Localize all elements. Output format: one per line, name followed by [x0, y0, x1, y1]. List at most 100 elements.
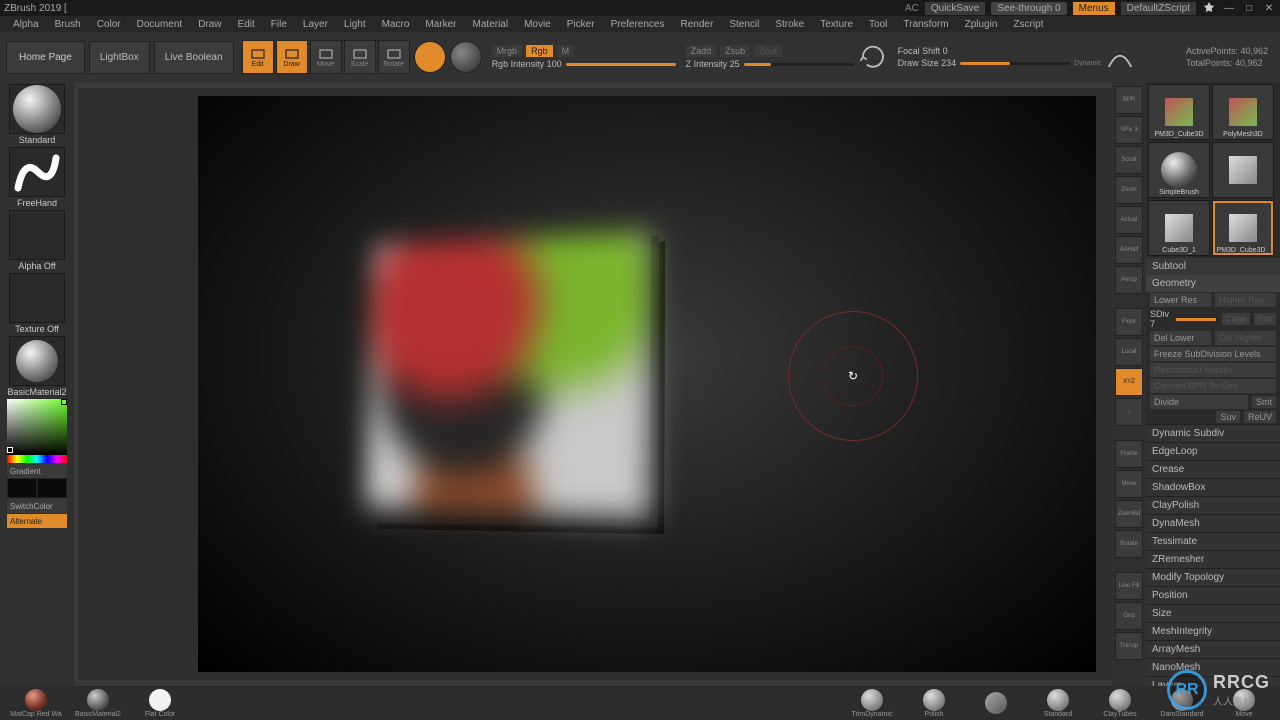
star-icon[interactable]: [1202, 1, 1216, 15]
menu-color[interactable]: Color: [90, 18, 128, 31]
brush-slot-1[interactable]: Polish: [906, 689, 962, 718]
right-floor-button[interactable]: Floor: [1115, 308, 1143, 336]
right-bpr-button[interactable]: BPR: [1115, 86, 1143, 114]
accordion-layers[interactable]: Layers: [1146, 676, 1280, 686]
rgb-toggle[interactable]: Rgb: [526, 45, 553, 57]
zsub-toggle[interactable]: Zsub: [720, 45, 750, 57]
seethrough-slider[interactable]: See-through 0: [991, 2, 1066, 15]
accordion-edgeloop[interactable]: EdgeLoop: [1146, 442, 1280, 460]
accordion-shadowbox[interactable]: ShadowBox: [1146, 478, 1280, 496]
stroke-slot[interactable]: FreeHand: [7, 147, 67, 208]
curve-icon[interactable]: [1105, 42, 1135, 72]
suv-button[interactable]: Suv: [1216, 411, 1240, 423]
alternate-button[interactable]: Alternate: [7, 514, 67, 528]
accordion-nanomesh[interactable]: NanoMesh: [1146, 658, 1280, 676]
right-frame-button[interactable]: Frame: [1115, 440, 1143, 468]
brush-slot-0[interactable]: TrimDynamic: [844, 689, 900, 718]
accordion-arraymesh[interactable]: ArrayMesh: [1146, 640, 1280, 658]
freeze-button[interactable]: Freeze SubDivision Levels: [1150, 347, 1276, 361]
sculptris-button[interactable]: [450, 41, 482, 73]
maximize-button[interactable]: □: [1242, 2, 1256, 14]
menu-zscript[interactable]: Zscript: [1006, 18, 1050, 31]
defaultzscript-button[interactable]: DefaultZScript: [1121, 2, 1196, 15]
dynamic-label[interactable]: Dynamic: [1074, 60, 1101, 67]
accordion-dynamesh[interactable]: DynaMesh: [1146, 514, 1280, 532]
reconstruct-button[interactable]: Reconstruct Subdiv: [1150, 363, 1276, 377]
right-linefill-button[interactable]: Line Fill: [1115, 572, 1143, 600]
menu-texture[interactable]: Texture: [813, 18, 860, 31]
accordion-claypolish[interactable]: ClayPolish: [1146, 496, 1280, 514]
liveboolean-button[interactable]: Live Boolean: [154, 41, 234, 74]
tool-thumb-1[interactable]: PolyMesh3D: [1212, 84, 1274, 140]
quicksave-button[interactable]: QuickSave: [925, 2, 985, 15]
lowerres-button[interactable]: Lower Res: [1150, 293, 1211, 307]
menu-macro[interactable]: Macro: [375, 18, 417, 31]
viewport[interactable]: ↻: [78, 88, 1112, 680]
menu-light[interactable]: Light: [337, 18, 373, 31]
material-slot[interactable]: BasicMaterial2: [7, 336, 67, 397]
menu-render[interactable]: Render: [674, 18, 721, 31]
color-picker[interactable]: [7, 399, 67, 463]
m-toggle[interactable]: M: [557, 45, 575, 57]
accordion-meshintegrity[interactable]: MeshIntegrity: [1146, 622, 1280, 640]
material-slot-2[interactable]: Flat Color: [132, 689, 188, 718]
draw-mode-button[interactable]: Draw: [276, 40, 308, 74]
gradient-button[interactable]: Gradient: [7, 464, 67, 478]
brush-slot-3[interactable]: Standard: [1030, 689, 1086, 718]
color-swatches[interactable]: [7, 478, 67, 498]
right-aahalf-button[interactable]: AAHalf: [1115, 236, 1143, 264]
right-zoom-button[interactable]: Zoom: [1115, 176, 1143, 204]
divide-button[interactable]: Divide: [1150, 395, 1248, 409]
rgb-intensity-slider[interactable]: [566, 63, 676, 66]
brush-slot-2[interactable]: [968, 692, 1024, 714]
material-slot-0[interactable]: MatCap Red Wa: [8, 689, 64, 718]
menus-button[interactable]: Menus: [1073, 2, 1115, 15]
zadd-toggle[interactable]: Zadd: [686, 45, 717, 57]
accordion-tessimate[interactable]: Tessimate: [1146, 532, 1280, 550]
tool-thumb-3[interactable]: [1212, 142, 1274, 198]
right-local-button[interactable]: Local: [1115, 338, 1143, 366]
gizmo-button[interactable]: [414, 41, 446, 73]
right-spix3-button[interactable]: SPix 3: [1115, 116, 1143, 144]
cage-button[interactable]: Cage: [1222, 313, 1250, 325]
brush-slot[interactable]: Standard: [7, 84, 67, 145]
right-grid-button[interactable]: Grid: [1115, 602, 1143, 630]
right-transp-button[interactable]: Transp: [1115, 632, 1143, 660]
switchcolor-button[interactable]: SwitchColor: [7, 499, 67, 513]
convert-button[interactable]: Convert BPR To Geo: [1150, 379, 1276, 393]
menu-movie[interactable]: Movie: [517, 18, 558, 31]
menu-picker[interactable]: Picker: [560, 18, 602, 31]
menu-document[interactable]: Document: [130, 18, 190, 31]
accordion-modifytopology[interactable]: Modify Topology: [1146, 568, 1280, 586]
edit-mode-button[interactable]: Edit: [242, 40, 274, 74]
sdiv-slider[interactable]: [1176, 318, 1218, 321]
mrgb-toggle[interactable]: Mrgb: [492, 45, 523, 57]
dellower-button[interactable]: Del Lower: [1150, 331, 1211, 345]
delhigher-button[interactable]: Del Higher: [1215, 331, 1276, 345]
right-scroll-button[interactable]: Scroll: [1115, 146, 1143, 174]
menu-layer[interactable]: Layer: [296, 18, 335, 31]
menu-stroke[interactable]: Stroke: [768, 18, 811, 31]
close-button[interactable]: ✕: [1262, 2, 1276, 14]
tool-thumb-0[interactable]: PM3D_Cube3D: [1148, 84, 1210, 140]
reuv-button[interactable]: ReUV: [1244, 411, 1276, 423]
menu-brush[interactable]: Brush: [48, 18, 88, 31]
accordion-zremesher[interactable]: ZRemesher: [1146, 550, 1280, 568]
smt-button[interactable]: Smt: [1252, 396, 1276, 408]
menu-zplugin[interactable]: Zplugin: [958, 18, 1005, 31]
right--button[interactable]: ○: [1115, 398, 1143, 426]
subtool-header[interactable]: Subtool: [1146, 258, 1280, 275]
homepage-button[interactable]: Home Page: [6, 41, 85, 74]
right-move-button[interactable]: Move: [1115, 470, 1143, 498]
menu-tool[interactable]: Tool: [862, 18, 894, 31]
right-actual-button[interactable]: Actual: [1115, 206, 1143, 234]
rotate-mode-button[interactable]: Rotate: [378, 40, 410, 74]
right-persp-button[interactable]: Persp: [1115, 266, 1143, 294]
accordion-dynamicsubdiv[interactable]: Dynamic Subdiv: [1146, 424, 1280, 442]
menu-file[interactable]: File: [264, 18, 294, 31]
rstr-button[interactable]: Rstr: [1254, 313, 1277, 325]
tool-thumb-4[interactable]: Cube3D_1: [1148, 200, 1210, 256]
geometry-header[interactable]: Geometry: [1146, 275, 1280, 292]
tool-thumb-2[interactable]: SimpleBrush: [1148, 142, 1210, 198]
right-xyz-button[interactable]: XYZ: [1115, 368, 1143, 396]
